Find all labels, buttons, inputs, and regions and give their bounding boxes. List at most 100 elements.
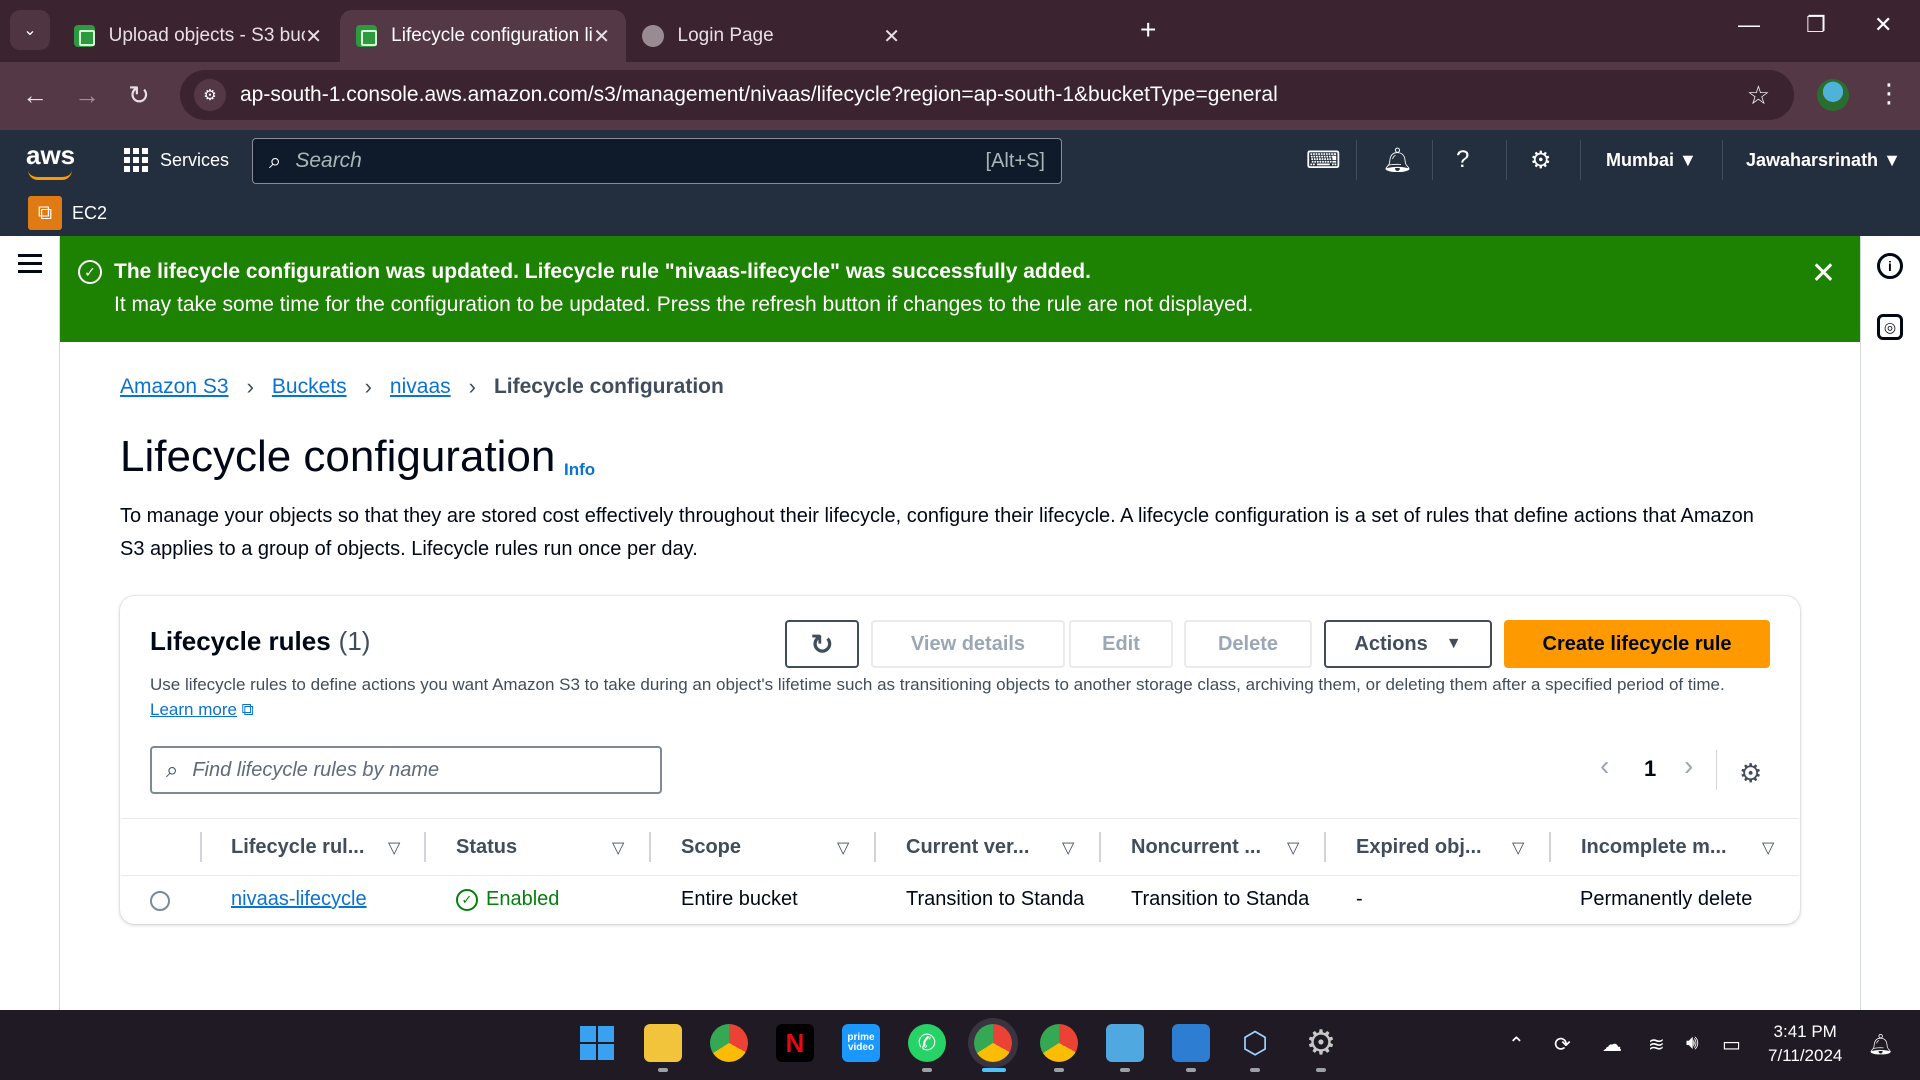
search-icon: ⌕ <box>269 148 282 173</box>
create-lifecycle-rule-button[interactable]: Create lifecycle rule <box>1504 620 1770 668</box>
menu-hamburger-icon[interactable] <box>18 254 42 278</box>
file-explorer-icon[interactable] <box>644 1024 682 1062</box>
rule-name-link[interactable]: nivaas-lifecycle <box>231 888 411 911</box>
filter-rules-input[interactable]: ⌕ Find lifecycle rules by name <box>150 746 662 794</box>
page-number[interactable]: 1 <box>1644 756 1656 782</box>
services-menu-button[interactable]: Services <box>124 148 229 172</box>
next-page-icon[interactable]: › <box>1684 750 1693 782</box>
page-title: Lifecycle configuration <box>120 432 556 481</box>
sync-icon[interactable]: ⟳ <box>1554 1032 1571 1057</box>
restore-icon[interactable]: ❐ <box>1806 12 1826 38</box>
system-clock[interactable]: 3:41 PM 7/11/2024 <box>1768 1020 1842 1068</box>
table-preferences-gear-icon[interactable]: ⚙ <box>1739 758 1762 789</box>
settings-gear-icon[interactable]: ⚙ <box>1530 146 1552 175</box>
delete-button[interactable]: Delete <box>1184 620 1312 668</box>
close-tab-icon[interactable]: ✕ <box>305 24 322 49</box>
refresh-icon: ↻ <box>810 628 834 660</box>
column-header-status[interactable]: Status <box>456 836 517 859</box>
breadcrumb-amazon-s3[interactable]: Amazon S3 <box>120 375 229 399</box>
feedback-hexagon-icon[interactable]: ◎ <box>1877 314 1903 340</box>
close-flash-icon[interactable]: ✕ <box>1811 256 1836 291</box>
previous-page-icon[interactable]: ‹ <box>1600 750 1609 782</box>
rule-incomplete-multipart: Permanently delete <box>1580 888 1753 910</box>
battery-icon[interactable]: ▭ <box>1722 1032 1741 1057</box>
column-header-noncurrent[interactable]: Noncurrent ... <box>1131 836 1261 859</box>
notepad-icon[interactable] <box>1106 1024 1144 1062</box>
browser-tab-upload[interactable]: Upload objects - S3 bucket dog ✕ <box>58 10 338 62</box>
back-arrow-icon[interactable]: ← <box>22 80 48 111</box>
close-window-icon[interactable]: ✕ <box>1874 12 1892 38</box>
chrome-icon[interactable] <box>710 1024 748 1062</box>
volume-icon[interactable]: 🔊︎ <box>1686 1032 1699 1055</box>
help-icon[interactable]: ? <box>1456 146 1469 174</box>
settings-app-icon[interactable]: ⚙ <box>1302 1024 1340 1062</box>
sort-caret-icon[interactable]: ▽ <box>1762 838 1774 858</box>
column-divider <box>874 832 876 862</box>
column-header-current-version[interactable]: Current ver... <box>906 836 1029 859</box>
photos-icon[interactable] <box>1172 1024 1210 1062</box>
region-selector[interactable]: Mumbai ▼ <box>1606 150 1697 171</box>
chrome-profile-icon[interactable] <box>1040 1024 1078 1062</box>
tray-overflow-chevron-icon[interactable]: ⌃ <box>1508 1032 1525 1057</box>
site-info-icon[interactable]: ⚙ <box>194 79 226 111</box>
aws-search-input[interactable]: ⌕ Search [Alt+S] <box>252 138 1062 184</box>
forward-arrow-icon[interactable]: → <box>74 80 100 111</box>
browser-tab-login[interactable]: Login Page ✕ <box>626 10 916 62</box>
sort-caret-icon[interactable]: ▽ <box>612 838 624 858</box>
close-tab-icon[interactable]: ✕ <box>593 24 610 49</box>
whatsapp-icon[interactable]: ✆ <box>908 1024 946 1062</box>
bookmark-star-icon[interactable]: ☆ <box>1747 80 1770 111</box>
browser-menu-icon[interactable]: ⋮ <box>1876 78 1902 109</box>
close-tab-icon[interactable]: ✕ <box>883 24 900 49</box>
row-select-radio[interactable] <box>150 891 170 911</box>
actions-dropdown[interactable]: Actions ▼ <box>1324 620 1492 668</box>
profile-avatar[interactable] <box>1817 79 1849 111</box>
status-label: Enabled <box>486 888 560 910</box>
sort-caret-icon[interactable]: ▽ <box>1287 838 1299 858</box>
url-bar[interactable]: ⚙ ap-south-1.console.aws.amazon.com/s3/m… <box>180 70 1794 120</box>
onedrive-cloud-icon[interactable]: ☁ <box>1602 1032 1622 1057</box>
refresh-button[interactable]: ↻ <box>785 620 859 668</box>
info-panel-icon[interactable]: i <box>1877 253 1903 279</box>
prime-video-icon[interactable]: prime video <box>842 1024 880 1062</box>
running-indicator <box>1054 1068 1064 1072</box>
header-divider <box>1356 140 1357 180</box>
learn-more-link[interactable]: Learn more <box>150 700 237 719</box>
browser-tab-lifecycle[interactable]: Lifecycle configuration list - S3 b ✕ <box>340 10 626 62</box>
notification-bell-icon[interactable]: 🔔︎ <box>1868 1032 1893 1057</box>
aws-logo[interactable]: aws <box>26 140 75 171</box>
column-divider <box>200 832 202 862</box>
sort-caret-icon[interactable]: ▽ <box>388 838 400 858</box>
sort-caret-icon[interactable]: ▽ <box>837 838 849 858</box>
account-menu[interactable]: Jawaharsrinath ▼ <box>1746 150 1901 171</box>
new-tab-button[interactable]: + <box>1140 14 1156 46</box>
column-divider <box>424 832 426 862</box>
netflix-icon[interactable]: N <box>776 1024 814 1062</box>
chevron-right-icon: › <box>468 374 476 399</box>
notifications-bell-icon[interactable]: 🔔︎ <box>1382 146 1412 175</box>
cloudshell-icon[interactable]: ⌨ <box>1306 146 1341 175</box>
column-header-incomplete-multipart[interactable]: Incomplete m... <box>1581 836 1727 859</box>
column-header-scope[interactable]: Scope <box>681 836 741 859</box>
tab-search-button[interactable]: ⌄ <box>10 10 50 50</box>
virtualbox-cube-icon[interactable]: ⬡ <box>1236 1024 1274 1062</box>
ec2-service-icon[interactable]: ⧉ <box>28 196 62 230</box>
reload-icon[interactable]: ↻ <box>128 80 150 111</box>
breadcrumb-buckets[interactable]: Buckets <box>272 375 347 399</box>
windows-start-icon[interactable] <box>578 1024 616 1062</box>
breadcrumb-current: Lifecycle configuration <box>493 375 724 398</box>
chrome-active-icon[interactable] <box>974 1024 1012 1062</box>
favorite-ec2-link[interactable]: EC2 <box>72 203 107 224</box>
minimize-icon[interactable]: — <box>1738 12 1760 38</box>
view-details-button[interactable]: View details <box>871 620 1065 668</box>
breadcrumb-bucket-nivaas[interactable]: nivaas <box>390 375 451 399</box>
column-header-rule-name[interactable]: Lifecycle rul... <box>231 836 364 859</box>
clock-date: 7/11/2024 <box>1768 1046 1843 1065</box>
wifi-icon[interactable]: ≋ <box>1648 1032 1665 1057</box>
sort-caret-icon[interactable]: ▽ <box>1062 838 1074 858</box>
info-link[interactable]: Info <box>564 460 595 480</box>
panel-description: Use lifecycle rules to define actions yo… <box>150 672 1770 722</box>
sort-caret-icon[interactable]: ▽ <box>1512 838 1524 858</box>
column-header-expired-objects[interactable]: Expired obj... <box>1356 836 1482 859</box>
edit-button[interactable]: Edit <box>1069 620 1173 668</box>
